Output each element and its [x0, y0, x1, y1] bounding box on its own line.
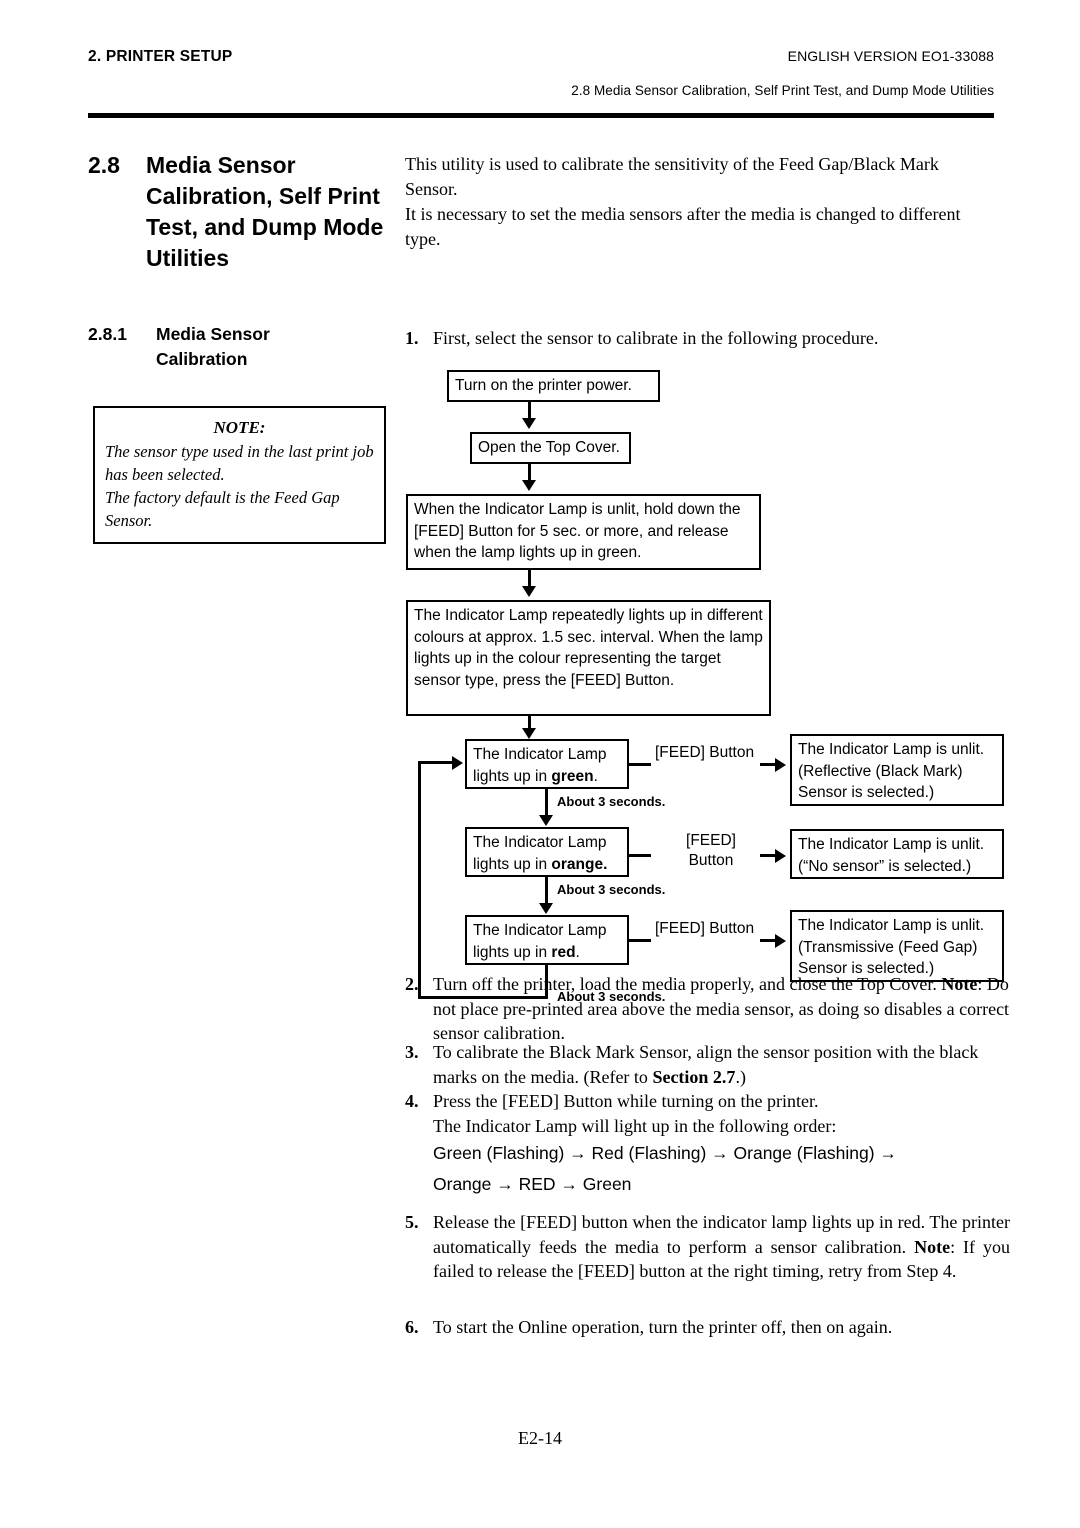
step-5-note-label: Note — [914, 1236, 951, 1257]
flow-box-turn-on-power: Turn on the printer power. — [447, 370, 660, 402]
flow-row2-feed-label-line2: Button — [688, 852, 734, 869]
flow-box-lamp-green-colour: green — [551, 767, 594, 785]
flow-box-lamp-red-colour: red — [551, 943, 576, 961]
flow-box-lamp-cycles-colours-label: The Indicator Lamp repeatedly lights up … — [414, 607, 763, 689]
step-1: 1. First, select the sensor to calibrate… — [405, 326, 1005, 351]
flow-delay-label-1: About 3 seconds. — [557, 794, 666, 809]
note-box: NOTE: The sensor type used in the last p… — [93, 406, 386, 544]
flow-loop-left — [418, 761, 421, 999]
flow-box-hold-feed-button-label: When the Indicator Lamp is unlit, hold d… — [414, 501, 741, 561]
section-title-line-4: Utilities — [146, 245, 230, 271]
flow-arrow-down-2 — [522, 480, 536, 491]
flow-arrow-down-4 — [522, 728, 536, 739]
step-5-number: 5. — [405, 1212, 419, 1232]
step-3-section-reference: Section 2.7 — [652, 1066, 736, 1087]
section-number: 2.8 — [88, 152, 120, 178]
flow-arrow-down-orange-red — [539, 903, 553, 914]
header-section-subline: 2.8 Media Sensor Calibration, Self Print… — [571, 83, 994, 98]
subsection-number: 2.8.1 — [88, 324, 127, 344]
step-4-order-line-2: Orange → RED → Green — [433, 1174, 632, 1194]
flow-box-result-no-sensor: The Indicator Lamp is unlit. (“No sensor… — [790, 829, 1004, 879]
flow-box-result-no-sensor-label: The Indicator Lamp is unlit. (“No sensor… — [798, 836, 985, 875]
step-2-body: Turn off the printer, load the media pro… — [433, 972, 1010, 1046]
step-3-number: 3. — [405, 1042, 419, 1062]
step-4-number: 4. — [405, 1091, 419, 1111]
sensor-calibration-flowchart: Turn on the printer power. Open the Top … — [405, 366, 1015, 1004]
note-box-line-1: The sensor type used in the last print j… — [105, 442, 374, 484]
flow-row1-feed-label: [FEED] Button — [655, 744, 755, 761]
header-version: ENGLISH VERSION EO1-33088 — [787, 48, 994, 64]
step-6-number: 6. — [405, 1317, 419, 1337]
step-5-body: Release the [FEED] button when the indic… — [433, 1210, 1010, 1284]
flow-box-lamp-red-prefix: The Indicator Lamp lights up in — [473, 922, 607, 961]
step-2-number: 2. — [405, 974, 419, 994]
step-1-number: 1. — [405, 328, 419, 348]
subsection-title-line-1: Media Sensor — [156, 324, 270, 344]
step-3-text-b: .) — [735, 1066, 746, 1087]
subsection-title-line-2: Calibration — [156, 349, 248, 369]
flow-box-hold-feed-button: When the Indicator Lamp is unlit, hold d… — [406, 494, 761, 570]
step-4: 4. Press the [FEED] Button while turning… — [405, 1089, 1010, 1200]
step-4-text-2: The Indicator Lamp will light up in the … — [433, 1115, 837, 1136]
step-4-order-line-1: Green (Flashing) → Red (Flashing) → Oran… — [433, 1143, 897, 1163]
step-1-text: First, select the sensor to calibrate in… — [433, 328, 879, 348]
flow-arrow-down-1 — [522, 418, 536, 429]
step-2: 2. Turn off the printer, load the media … — [405, 972, 1010, 1046]
section-title-line-1: Media Sensor — [146, 152, 296, 178]
intro-paragraph-1: This utility is used to calibrate the se… — [405, 154, 939, 199]
step-6: 6. To start the Online operation, turn t… — [405, 1315, 1010, 1340]
page-number: E2-14 — [518, 1428, 562, 1448]
flow-box-open-top-cover: Open the Top Cover. — [470, 432, 631, 464]
header-top-row: 2. PRINTER SETUP ENGLISH VERSION EO1-330… — [88, 48, 994, 66]
flow-row1-stub — [629, 763, 651, 766]
step-3: 3. To calibrate the Black Mark Sensor, a… — [405, 1040, 1010, 1089]
header-chapter-title: 2. PRINTER SETUP — [88, 48, 233, 65]
step-2-note-label: Note — [941, 974, 978, 994]
flow-box-lamp-orange-colour: orange. — [551, 855, 608, 873]
flow-row2-feed-label-line1: [FEED] — [686, 832, 736, 849]
section-title-line-3: Test, and Dump Mode — [146, 214, 384, 240]
flow-arrow-right-2 — [775, 849, 786, 863]
note-box-line-2: The factory default is the Feed Gap Sens… — [105, 488, 340, 530]
flow-box-result-transmissive-label: The Indicator Lamp is unlit. (Transmissi… — [798, 917, 985, 977]
flow-loop-top — [418, 761, 452, 764]
note-box-heading: NOTE: — [213, 418, 266, 437]
flow-box-result-reflective: The Indicator Lamp is unlit. (Reflective… — [790, 734, 1004, 806]
flow-box-lamp-green: The Indicator Lamp lights up in green. — [465, 739, 629, 789]
flow-box-lamp-orange: The Indicator Lamp lights up in orange. — [465, 827, 629, 877]
flow-row2-feed-label: [FEED] Button — [672, 831, 750, 871]
step-6-text: To start the Online operation, turn the … — [433, 1317, 893, 1337]
flow-row2-stub — [629, 854, 651, 857]
flow-box-turn-on-power-label: Turn on the printer power. — [455, 377, 632, 394]
flow-box-open-top-cover-label: Open the Top Cover. — [478, 439, 620, 456]
flow-box-lamp-red-suffix: . — [575, 943, 580, 961]
section-title-line-2: Calibration, Self Print — [146, 183, 380, 209]
flow-arrow-down-3 — [522, 586, 536, 597]
flow-box-lamp-red: The Indicator Lamp lights up in red. — [465, 915, 629, 965]
flow-box-lamp-green-suffix: . — [593, 767, 598, 785]
flow-arrow-down-green-orange — [539, 815, 553, 826]
page-header: 2. PRINTER SETUP ENGLISH VERSION EO1-330… — [88, 48, 994, 98]
flow-row3-stub — [629, 939, 651, 942]
subsection-title: 2.8.1 Media Sensor Calibration — [88, 322, 408, 372]
flow-arrow-right-1 — [775, 758, 786, 772]
header-divider-rule — [88, 113, 994, 118]
page-footer: E2-14 — [0, 1428, 1080, 1449]
intro-text: This utility is used to calibrate the se… — [405, 152, 995, 252]
flow-delay-label-2: About 3 seconds. — [557, 882, 666, 897]
flow-arrow-right-loop — [452, 756, 463, 770]
step-4-body: Press the [FEED] Button while turning on… — [433, 1089, 1010, 1200]
section-title: 2.8 Media Sensor Calibration, Self Print … — [88, 150, 408, 274]
step-4-text: Press the [FEED] Button while turning on… — [433, 1091, 819, 1111]
intro-paragraph-2: It is necessary to set the media sensors… — [405, 204, 961, 249]
step-5: 5. Release the [FEED] button when the in… — [405, 1210, 1010, 1284]
flow-box-result-reflective-label: The Indicator Lamp is unlit. (Reflective… — [798, 741, 985, 801]
flow-box-lamp-cycles-colours: The Indicator Lamp repeatedly lights up … — [406, 600, 771, 716]
step-2-text: Turn off the printer, load the media pro… — [433, 974, 937, 994]
flow-arrow-right-3 — [775, 934, 786, 948]
step-3-body: To calibrate the Black Mark Sensor, alig… — [433, 1040, 1010, 1089]
flow-row3-feed-label: [FEED] Button — [655, 920, 755, 937]
